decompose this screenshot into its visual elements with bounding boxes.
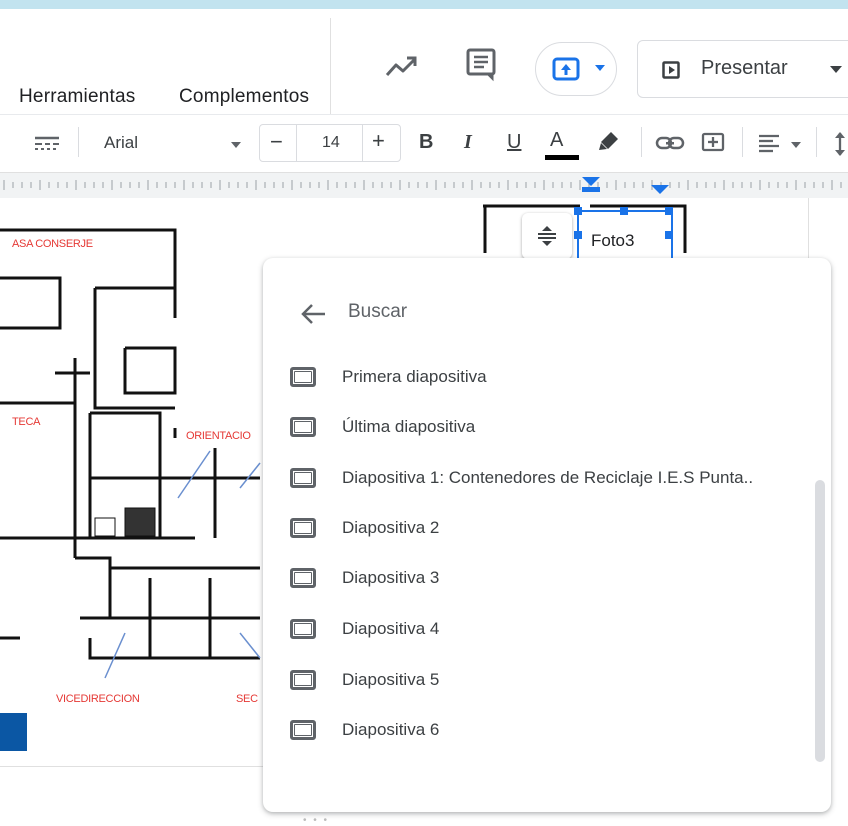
- toolbar-separator: [742, 127, 743, 157]
- list-item-label: Diapositiva 4: [342, 619, 440, 638]
- add-comment-icon[interactable]: [701, 132, 725, 154]
- list-item-label: Diapositiva 3: [342, 568, 440, 587]
- comment-icon[interactable]: [465, 47, 499, 83]
- resize-handle[interactable]: [665, 231, 673, 239]
- horizontal-ruler[interactable]: [0, 172, 848, 199]
- slide-blue-shape[interactable]: [0, 713, 27, 751]
- font-family-select[interactable]: Arial: [104, 133, 138, 153]
- slide-icon: [290, 417, 316, 437]
- list-item-slide-6[interactable]: Diapositiva 6: [263, 708, 823, 756]
- plan-label-biblioteca: TECA: [12, 416, 41, 428]
- arrange-float-button[interactable]: [522, 213, 572, 259]
- slide-icon: [290, 468, 316, 488]
- slide-icon: [290, 367, 316, 387]
- slide-icon: [290, 568, 316, 588]
- list-item-label: Diapositiva 6: [342, 720, 440, 739]
- list-item-slide-3[interactable]: Diapositiva 3: [263, 556, 823, 604]
- list-item-slide-2[interactable]: Diapositiva 2: [263, 506, 823, 554]
- link-search-panel: Buscar Primera diapositiva Última diapos…: [263, 258, 831, 812]
- list-item-slide-4[interactable]: Diapositiva 4: [263, 607, 823, 655]
- stepper-divider: [296, 125, 297, 161]
- chevron-down-icon: [830, 66, 842, 73]
- font-size-input[interactable]: 14: [322, 134, 340, 152]
- toolbar-separator: [641, 127, 642, 157]
- resize-handle[interactable]: [574, 231, 582, 239]
- menu-bar: Herramientas Complementos Presentar: [0, 9, 848, 118]
- toolbar-separator: [816, 127, 817, 157]
- header-divider: [330, 18, 331, 118]
- bold-button[interactable]: B: [419, 131, 433, 154]
- plan-label-secretaria: SEC: [236, 693, 258, 705]
- resize-handle[interactable]: [574, 207, 582, 215]
- list-item-slide-1[interactable]: Diapositiva 1: Contenedores de Reciclaje…: [263, 456, 823, 504]
- slide-icon: [290, 518, 316, 538]
- list-item-first-slide[interactable]: Primera diapositiva: [263, 355, 823, 403]
- plan-label-orientacion: ORIENTACIO: [186, 430, 251, 442]
- insert-menu-button[interactable]: [535, 42, 617, 96]
- slide-icon: [290, 720, 316, 740]
- window-top-strip: [0, 0, 848, 9]
- menu-herramientas[interactable]: Herramientas: [19, 86, 135, 108]
- panel-scrollbar[interactable]: [815, 480, 825, 762]
- italic-button[interactable]: I: [464, 131, 472, 154]
- font-size-increase-button[interactable]: +: [372, 128, 385, 154]
- underline-button[interactable]: U: [507, 131, 521, 154]
- list-item-last-slide[interactable]: Última diapositiva: [263, 405, 823, 453]
- text-color-indicator: [545, 155, 579, 160]
- insert-link-icon: [552, 57, 580, 81]
- slide-icon: [290, 619, 316, 639]
- ruler-ticks: [3, 177, 842, 194]
- toolbar-separator: [78, 127, 79, 157]
- list-item-label: Diapositiva 2: [342, 518, 440, 537]
- list-item-label: Diapositiva 1: Contenedores de Reciclaje…: [342, 468, 754, 487]
- selected-element-name: Foto3: [591, 231, 635, 250]
- line-dash-icon[interactable]: [34, 135, 60, 151]
- menu-complementos[interactable]: Complementos: [179, 86, 309, 108]
- line-spacing-icon[interactable]: [833, 130, 847, 158]
- text-color-button[interactable]: A: [550, 129, 563, 152]
- list-item-label: Última diapositiva: [342, 417, 476, 436]
- resize-grip[interactable]: • • •: [303, 815, 329, 826]
- chevron-down-icon: [595, 65, 605, 71]
- font-size-decrease-button[interactable]: −: [270, 129, 283, 155]
- list-item-label: Diapositiva 5: [342, 670, 440, 689]
- link-icon[interactable]: [655, 135, 685, 151]
- chevron-down-icon[interactable]: [230, 141, 242, 149]
- slideshow-icon: [662, 61, 680, 79]
- slide-icon: [290, 670, 316, 690]
- present-label: Presentar: [701, 57, 788, 79]
- stepper-divider: [362, 125, 363, 161]
- back-arrow-icon[interactable]: [299, 302, 327, 326]
- chevron-down-icon[interactable]: [790, 141, 802, 149]
- font-size-stepper: − 14 +: [259, 124, 401, 162]
- resize-handle[interactable]: [665, 207, 673, 215]
- present-button[interactable]: Presentar: [637, 40, 821, 98]
- present-options-button[interactable]: [820, 40, 848, 98]
- highlight-icon[interactable]: [597, 130, 621, 152]
- plan-label-casa-conserje: ASA CONSERJE: [12, 238, 93, 250]
- align-left-icon[interactable]: [757, 133, 781, 153]
- list-item-slide-5[interactable]: Diapositiva 5: [263, 658, 823, 706]
- plan-label-vicedireccion: VICEDIRECCION: [56, 693, 140, 705]
- trending-icon[interactable]: [385, 51, 419, 81]
- resize-handle[interactable]: [620, 207, 628, 215]
- vertical-align-icon: [538, 226, 556, 246]
- list-item-label: Primera diapositiva: [342, 367, 487, 386]
- search-input[interactable]: Buscar: [348, 301, 407, 323]
